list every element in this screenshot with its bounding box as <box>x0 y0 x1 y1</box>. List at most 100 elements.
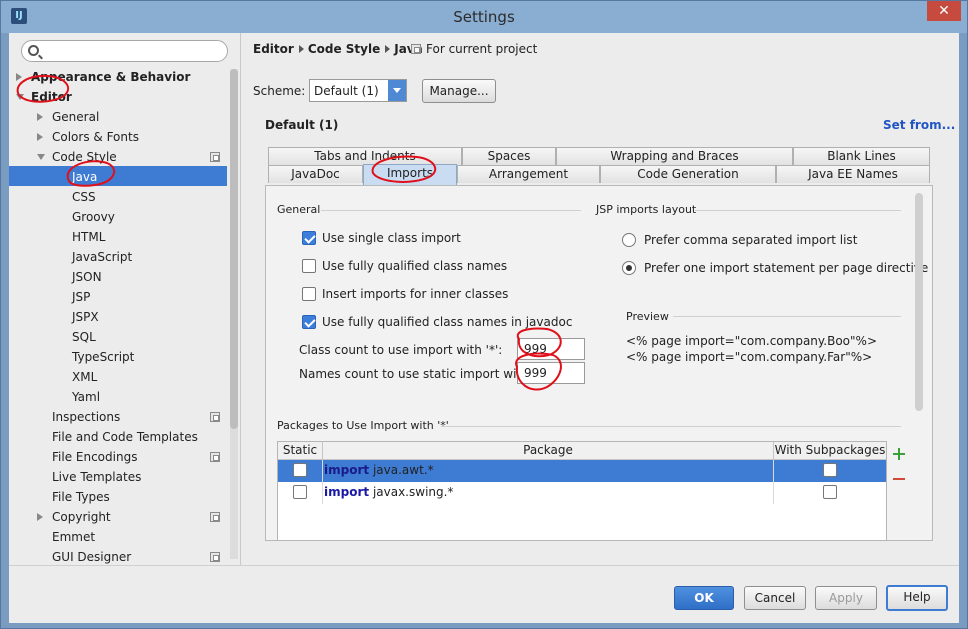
remove-package-icon[interactable] <box>893 478 905 480</box>
tree-item-yaml[interactable]: Yaml <box>72 387 100 407</box>
subpackages-cell <box>774 482 886 504</box>
tab-imports[interactable]: Imports <box>363 164 457 185</box>
tab-blank-lines[interactable]: Blank Lines <box>793 147 930 165</box>
tab-spaces[interactable]: Spaces <box>462 147 556 165</box>
title-bar[interactable]: IJ Settings ✕ <box>1 1 967 33</box>
tree-item-label: Colors & Fonts <box>52 130 139 144</box>
column-header-package[interactable]: Package <box>323 442 774 460</box>
tree-item-live-templates[interactable]: Live Templates <box>52 467 141 487</box>
names-count-label: Names count to use static import with '*… <box>299 367 550 381</box>
tree-item-code-style[interactable]: Code Style <box>37 147 117 167</box>
tree-item-json[interactable]: JSON <box>72 267 102 287</box>
tree-item-label: Code Style <box>52 150 117 164</box>
tab-wrapping-and-braces[interactable]: Wrapping and Braces <box>556 147 793 165</box>
tree-item-jspx[interactable]: JSPX <box>72 307 99 327</box>
tree-item-sql[interactable]: SQL <box>72 327 96 347</box>
collapse-arrow-icon[interactable] <box>37 154 45 160</box>
settings-window: IJ Settings ✕ Appearance & Behavior Edit… <box>0 0 968 629</box>
settings-search-input[interactable] <box>21 40 228 62</box>
tree-item-emmet[interactable]: Emmet <box>52 527 95 547</box>
manage-button[interactable]: Manage... <box>422 79 496 103</box>
static-cell <box>278 460 323 482</box>
table-row[interactable]: import java.awt.* <box>278 460 886 482</box>
panel-scrollbar[interactable] <box>915 193 923 413</box>
tab-code-generation[interactable]: Code Generation <box>600 165 776 183</box>
tree-item-inspections[interactable]: Inspections <box>52 407 120 427</box>
use-fully-qualified-names-checkbox[interactable] <box>302 259 316 273</box>
set-from-link[interactable]: Set from... <box>883 118 955 132</box>
tree-item-label: Copyright <box>52 510 111 524</box>
add-package-icon[interactable] <box>893 448 905 460</box>
column-header-static[interactable]: Static <box>278 442 323 460</box>
column-header-subpackages[interactable]: With Subpackages <box>774 442 886 460</box>
insert-imports-inner-classes-checkbox[interactable] <box>302 287 316 301</box>
tree-item-copyright[interactable]: Copyright <box>37 507 111 527</box>
tree-item-file-types[interactable]: File Types <box>52 487 110 507</box>
tree-item-file-encodings[interactable]: File Encodings <box>52 447 137 467</box>
package-name: javax.swing.* <box>372 485 454 499</box>
expand-arrow-icon[interactable] <box>37 113 43 121</box>
tree-scrollbar-thumb[interactable] <box>230 69 238 429</box>
tree-item-javascript[interactable]: JavaScript <box>72 247 132 267</box>
package-cell: import java.awt.* <box>323 460 774 482</box>
breadcrumb: Editor Code Style Java <box>253 42 423 56</box>
tree-item-xml[interactable]: XML <box>72 367 97 387</box>
project-scope-icon <box>210 512 220 522</box>
tree-item-editor[interactable]: Editor <box>16 87 72 107</box>
tab-javadoc[interactable]: JavaDoc <box>268 165 363 183</box>
tree-item-css[interactable]: CSS <box>72 187 96 207</box>
subpackages-checkbox[interactable] <box>823 463 837 477</box>
class-count-input[interactable]: 999 <box>517 338 585 360</box>
tree-item-label: Editor <box>31 90 72 104</box>
tab-tabs-and-indents[interactable]: Tabs and Indents <box>268 147 462 165</box>
apply-button[interactable]: Apply <box>815 586 877 610</box>
help-button[interactable]: Help <box>886 585 948 611</box>
panel-scrollbar-thumb[interactable] <box>915 193 923 411</box>
tree-item-appearance[interactable]: Appearance & Behavior <box>16 67 190 87</box>
use-fully-qualified-names-label: Use fully qualified class names <box>322 259 508 273</box>
tree-item-jsp[interactable]: JSP <box>72 287 90 307</box>
expand-arrow-icon[interactable] <box>37 513 43 521</box>
ok-button[interactable]: OK <box>674 586 734 610</box>
tree-item-html[interactable]: HTML <box>72 227 105 247</box>
expand-arrow-icon[interactable] <box>16 73 22 81</box>
close-icon[interactable]: ✕ <box>927 1 961 21</box>
general-section-title: General <box>277 203 321 216</box>
expand-arrow-icon[interactable] <box>37 133 43 141</box>
packages-table[interactable]: Static Package With Subpackages import j… <box>277 441 887 541</box>
chevron-down-icon[interactable] <box>388 80 406 101</box>
tree-item-java[interactable]: Java <box>72 167 97 187</box>
static-checkbox[interactable] <box>293 463 307 477</box>
project-scope-icon <box>210 152 220 162</box>
insert-imports-inner-classes-label: Insert imports for inner classes <box>322 287 509 301</box>
static-checkbox[interactable] <box>293 485 307 499</box>
prefer-comma-separated-radio[interactable] <box>622 233 636 247</box>
tree-item-groovy[interactable]: Groovy <box>72 207 115 227</box>
collapse-arrow-icon[interactable] <box>16 94 24 100</box>
prefer-comma-separated-label: Prefer comma separated import list <box>644 233 858 247</box>
tree-item-gui-designer[interactable]: GUI Designer <box>52 547 131 565</box>
tab-java-ee-names[interactable]: Java EE Names <box>776 165 930 183</box>
jsp-section-title: JSP imports layout <box>596 203 697 216</box>
tree-item-colors-fonts[interactable]: Colors & Fonts <box>37 127 139 147</box>
breadcrumb-separator-icon <box>298 45 304 53</box>
tree-selection-highlight <box>9 166 227 186</box>
names-count-input[interactable]: 999 <box>517 362 585 384</box>
import-keyword: import <box>324 463 370 477</box>
divider <box>673 316 901 317</box>
use-fq-names-javadoc-checkbox[interactable] <box>302 315 316 329</box>
use-single-class-import-checkbox[interactable] <box>302 231 316 245</box>
cancel-button[interactable]: Cancel <box>744 586 806 610</box>
subpackages-checkbox[interactable] <box>823 485 837 499</box>
scheme-dropdown[interactable]: Default (1) <box>309 79 407 102</box>
tree-item-file-code-templates[interactable]: File and Code Templates <box>52 427 198 447</box>
tree-item-typescript[interactable]: TypeScript <box>72 347 134 367</box>
tab-arrangement[interactable]: Arrangement <box>457 165 600 183</box>
preview-line: <% page import="com.company.Far"%> <box>626 350 873 364</box>
table-row[interactable]: import javax.swing.* <box>278 482 886 504</box>
prefer-one-import-radio[interactable] <box>622 261 636 275</box>
tree-item-general[interactable]: General <box>37 107 99 127</box>
search-icon <box>28 45 39 56</box>
scheme-name-heading: Default (1) <box>265 118 339 132</box>
tree-scrollbar[interactable] <box>230 69 238 559</box>
